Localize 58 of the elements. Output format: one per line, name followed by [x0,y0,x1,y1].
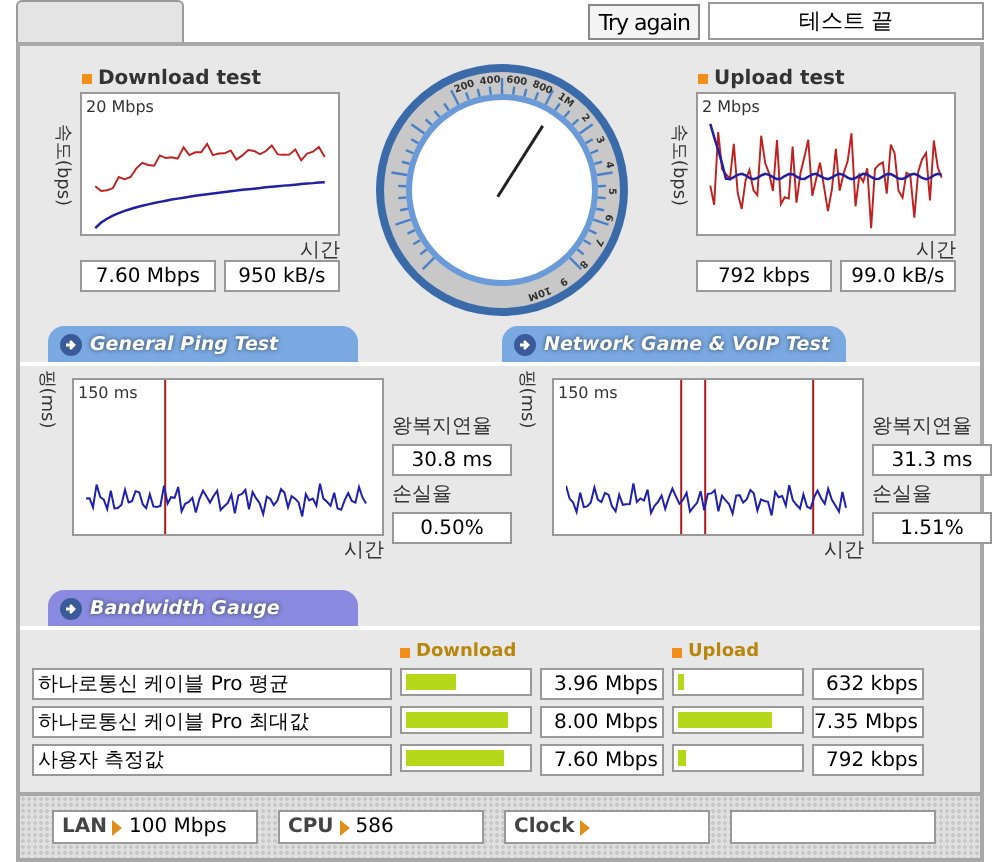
arrow-icon [60,597,82,619]
loss-label: 손실율 [872,482,934,508]
row-name: 하나로통신 케이블 Pro 평균 [32,668,392,700]
speed-reading: 792 kbps [696,260,832,292]
section-tab-title: Bandwidth Gauge [90,597,280,619]
tab[interactable] [16,0,184,42]
speed-value: 8.00 Mbps [540,706,664,738]
section-tab-title: Network Game & VoIP Test [544,333,830,355]
status-field: 테스트 끝 [708,2,984,40]
speed-reading: 99.0 kB/s [839,260,956,292]
chart-title-text: Upload test [714,68,845,90]
caret-icon [580,819,591,835]
y-axis-label: 핑(ms) [515,369,539,429]
speed-reading: 950 kB/s [223,260,340,292]
info-label: Clock [514,816,575,838]
speed-value: 7.60 Mbps [540,744,664,776]
section-tab-title: General Ping Test [90,333,279,355]
info-label: LAN [62,816,107,838]
arrow-icon [514,333,536,355]
speed-value: 3.96 Mbps [540,668,664,700]
scale-label: 150 ms [558,384,618,402]
scale-label: 2 Mbps [702,98,760,116]
speed-value: 792 kbps [812,744,924,776]
y-axis-label: 속도(bps) [667,122,691,206]
latency-value: 31.3 ms [872,444,992,476]
bullet-icon [698,74,708,84]
scale-label: 150 ms [78,384,138,402]
x-axis-label: 시간 [822,538,864,560]
speed-value: 632 kbps [812,668,924,700]
latency-label: 왕복지연율 [392,414,494,440]
x-axis-label: 시간 [298,238,340,260]
column-header: Upload [688,642,760,662]
x-axis-label: 시간 [914,238,956,260]
caret-icon [112,819,123,835]
x-axis-label: 시간 [342,538,384,560]
info-value: 100 Mbps [128,816,227,838]
latency-label: 왕복지연율 [872,414,974,440]
chart-title-text: Download test [98,68,262,90]
try-again-button[interactable]: Try again [588,4,700,40]
column-header: Download [416,642,517,662]
arrow-icon [60,333,82,355]
latency-value: 30.8 ms [392,444,512,476]
info-label: CPU [288,816,334,838]
bullet-icon [400,647,410,657]
bullet-icon [672,647,682,657]
speed-reading: 7.60 Mbps [80,260,216,292]
loss-value: 0.50% [392,512,512,544]
y-axis-label: 핑(ms) [35,369,59,429]
loss-label: 손실율 [392,482,454,508]
row-name: 하나로통신 케이블 Pro 최대값 [32,706,392,738]
y-axis-label: 속도(bps) [51,122,75,206]
caret-icon [339,819,350,835]
speed-value: 7.35 Mbps [812,706,924,738]
bullet-icon [82,74,92,84]
row-name: 사용자 측정값 [32,744,392,776]
loss-value: 1.51% [872,512,992,544]
scale-label: 20 Mbps [86,98,154,116]
info-value: 586 [355,816,394,838]
